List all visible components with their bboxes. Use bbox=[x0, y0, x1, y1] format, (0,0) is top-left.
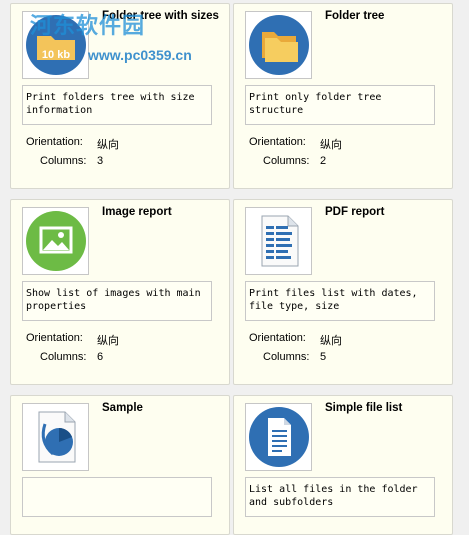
watermark-logo: 河东软件园 bbox=[30, 13, 146, 38]
orientation-value: 纵向 bbox=[97, 335, 119, 347]
report-card-image-report[interactable]: Image report Show list of images with ma… bbox=[10, 199, 230, 385]
orientation-value: 纵向 bbox=[97, 139, 119, 151]
columns-label: Columns: bbox=[40, 351, 87, 363]
orientation-value: 纵向 bbox=[320, 335, 342, 347]
orientation-label: Orientation: bbox=[26, 332, 83, 344]
watermark-url: www.pc0359.cn bbox=[88, 47, 192, 63]
report-description bbox=[22, 477, 212, 517]
report-card-folder-tree[interactable]: Folder tree Print only folder tree struc… bbox=[233, 3, 453, 189]
thumbnail bbox=[22, 403, 89, 471]
folder-icon bbox=[248, 15, 309, 75]
report-title: Sample bbox=[102, 402, 143, 414]
orientation-row: Orientation: 纵向 bbox=[26, 136, 119, 151]
columns-value: 3 bbox=[97, 155, 104, 167]
columns-value: 6 bbox=[97, 351, 104, 363]
image-icon bbox=[25, 211, 86, 271]
thumb-size-text: 10 kb bbox=[41, 49, 69, 61]
pdf-document-icon bbox=[261, 215, 298, 267]
document-icon bbox=[248, 407, 309, 467]
thumbnail bbox=[22, 207, 89, 275]
orientation-row: Orientation: 纵向 bbox=[26, 332, 119, 347]
report-title: Image report bbox=[102, 206, 172, 218]
thumbnail bbox=[245, 403, 312, 471]
columns-label: Columns: bbox=[40, 155, 87, 167]
report-description: Print folders tree with size information bbox=[22, 85, 212, 125]
thumbnail bbox=[245, 11, 312, 79]
report-title: Simple file list bbox=[325, 402, 403, 414]
report-title: Folder tree bbox=[325, 10, 385, 22]
orientation-value: 纵向 bbox=[320, 139, 342, 151]
report-card-simple-file-list[interactable]: Simple file list List all files in the f… bbox=[233, 395, 453, 535]
columns-label: Columns: bbox=[263, 351, 310, 363]
columns-row: Columns: 3 bbox=[40, 155, 103, 167]
report-title: PDF report bbox=[325, 206, 385, 218]
orientation-row: Orientation: 纵向 bbox=[249, 332, 342, 347]
pie-chart-document-icon bbox=[38, 411, 75, 463]
orientation-label: Orientation: bbox=[26, 136, 83, 148]
columns-label: Columns: bbox=[263, 155, 310, 167]
columns-value: 5 bbox=[320, 351, 327, 363]
columns-value: 2 bbox=[320, 155, 327, 167]
report-description: List all files in the folder and subfold… bbox=[245, 477, 435, 517]
thumbnail bbox=[245, 207, 312, 275]
columns-row: Columns: 2 bbox=[263, 155, 326, 167]
columns-row: Columns: 5 bbox=[263, 351, 326, 363]
report-description: Print files list with dates, file type, … bbox=[245, 281, 435, 321]
report-template-grid: 10 kb Folder tree with sizes Print folde… bbox=[0, 0, 469, 535]
orientation-label: Orientation: bbox=[249, 136, 306, 148]
report-description: Print only folder tree structure bbox=[245, 85, 435, 125]
report-card-pdf-report[interactable]: PDF report Print files list with dates, … bbox=[233, 199, 453, 385]
columns-row: Columns: 6 bbox=[40, 351, 103, 363]
report-description: Show list of images with main properties bbox=[22, 281, 212, 321]
orientation-label: Orientation: bbox=[249, 332, 306, 344]
report-card-sample[interactable]: Sample bbox=[10, 395, 230, 535]
orientation-row: Orientation: 纵向 bbox=[249, 136, 342, 151]
